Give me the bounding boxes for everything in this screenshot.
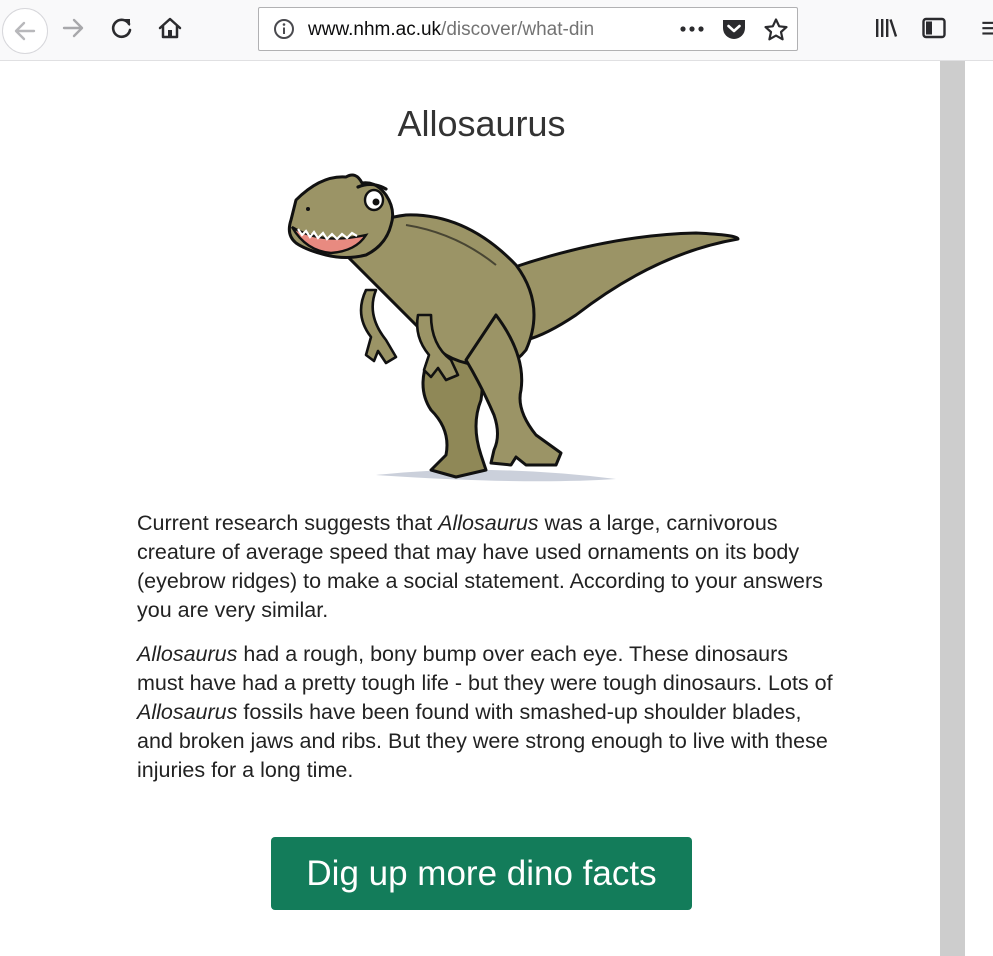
p2-species-name-1: Allosaurus [137, 642, 238, 666]
reload-icon [111, 18, 132, 39]
description-paragraph-1: Current research suggests that Allosauru… [137, 509, 837, 625]
allosaurus-illustration [287, 173, 740, 482]
pocket-icon[interactable] [721, 17, 747, 41]
dig-up-more-facts-button[interactable]: Dig up more dino facts [271, 837, 692, 910]
p1-species-name: Allosaurus [438, 511, 539, 535]
reload-button[interactable] [104, 10, 140, 46]
info-icon [274, 19, 294, 39]
back-arrow-icon [14, 21, 36, 41]
page-title: Allosaurus [397, 103, 566, 144]
scrollbar[interactable] [940, 61, 965, 956]
forward-button[interactable] [55, 10, 91, 46]
library-button[interactable] [868, 10, 904, 46]
p2-text-a: had a rough, bony bump over each eye. Th… [137, 642, 833, 695]
back-button[interactable] [2, 8, 48, 54]
url-fade [589, 10, 629, 48]
sidebar-button[interactable] [916, 10, 952, 46]
window-edge [965, 61, 993, 956]
browser-toolbar: www.nhm.ac.uk/discover/what-din [0, 0, 993, 61]
more-actions-icon[interactable] [678, 20, 706, 38]
bookmark-star-icon[interactable] [763, 17, 789, 43]
url-host: www.nhm.ac.uk [308, 19, 442, 40]
address-bar[interactable]: www.nhm.ac.uk/discover/what-din [258, 7, 798, 51]
p2-text-b: fossils have been found with smashed-up … [137, 700, 828, 782]
p2-species-name-2: Allosaurus [137, 700, 238, 724]
forward-arrow-icon [62, 18, 84, 38]
sidebar-icon [922, 17, 946, 39]
library-icon [876, 19, 898, 37]
url-text[interactable]: www.nhm.ac.uk/discover/what-din [308, 8, 624, 50]
p1-text-a: Current research suggests that [137, 511, 439, 535]
home-button[interactable] [152, 10, 188, 46]
description-paragraph-2: Allosaurus had a rough, bony bump over e… [137, 640, 837, 785]
menu-button[interactable] [970, 10, 993, 46]
home-icon [158, 17, 182, 39]
menu-icon [982, 21, 993, 35]
url-path: /discover/what-din [441, 19, 595, 40]
